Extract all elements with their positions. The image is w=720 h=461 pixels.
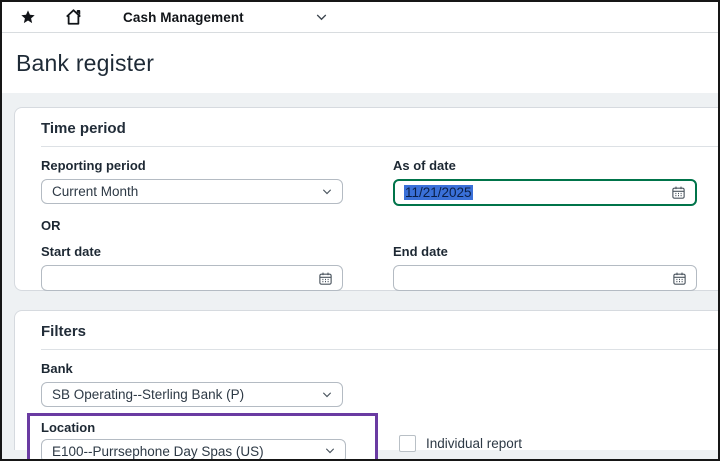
as-of-date-input[interactable]: 11/21/2025 xyxy=(393,179,697,206)
individual-report-group: Individual report xyxy=(399,435,522,452)
bank-select[interactable]: SB Operating--Sterling Bank (P) xyxy=(41,382,343,407)
calendar-icon[interactable] xyxy=(671,185,686,200)
calendar-icon[interactable] xyxy=(672,271,687,286)
individual-report-checkbox[interactable] xyxy=(399,435,416,452)
as-of-date-value: 11/21/2025 xyxy=(404,185,473,200)
time-period-section: Time period Reporting period Current Mon… xyxy=(14,107,718,291)
reporting-period-value: Current Month xyxy=(52,184,138,199)
chevron-down-icon xyxy=(325,448,335,454)
page-title: Bank register xyxy=(16,50,154,77)
location-value: E100--Purrsephone Day Spas (US) xyxy=(52,444,264,459)
end-date-label: End date xyxy=(393,244,697,259)
top-navigation-bar: Cash Management xyxy=(2,2,718,33)
reporting-period-label: Reporting period xyxy=(41,158,393,173)
start-date-input[interactable] xyxy=(41,265,343,291)
or-label: OR xyxy=(41,218,718,233)
chevron-down-icon[interactable] xyxy=(316,14,327,21)
filters-heading: Filters xyxy=(41,323,718,350)
as-of-date-label: As of date xyxy=(393,158,697,173)
reporting-period-select[interactable]: Current Month xyxy=(41,179,343,204)
chevron-down-icon xyxy=(322,392,332,398)
location-annotation-highlight: Location E100--Purrsephone Day Spas (US) xyxy=(27,413,378,461)
location-label: Location xyxy=(41,420,375,435)
app-window: Cash Management Bank register Time perio… xyxy=(0,0,720,461)
end-date-input[interactable] xyxy=(393,265,697,291)
bank-label: Bank xyxy=(41,361,393,376)
start-date-label: Start date xyxy=(41,244,393,259)
bank-value: SB Operating--Sterling Bank (P) xyxy=(52,387,244,402)
module-selector-label[interactable]: Cash Management xyxy=(123,10,244,25)
location-select[interactable]: E100--Purrsephone Day Spas (US) xyxy=(41,439,346,461)
home-icon[interactable] xyxy=(64,8,83,26)
individual-report-label[interactable]: Individual report xyxy=(426,436,522,451)
calendar-icon[interactable] xyxy=(318,271,333,286)
favorite-star-icon[interactable] xyxy=(20,9,36,25)
chevron-down-icon xyxy=(322,189,332,195)
page-header: Bank register xyxy=(2,33,718,93)
filters-section: Filters Bank SB Operating--Sterling Bank… xyxy=(14,310,718,450)
time-period-heading: Time period xyxy=(41,120,718,147)
